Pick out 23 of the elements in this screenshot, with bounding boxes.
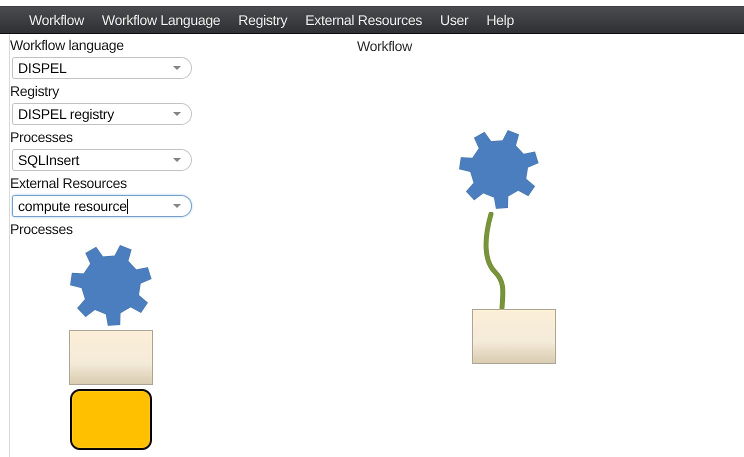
menu-item[interactable]: Workflow Language — [92, 12, 230, 28]
section-label: Processes — [10, 221, 74, 238]
field-label: External Resources — [10, 175, 128, 192]
gear-icon[interactable] — [459, 129, 539, 209]
dropdown[interactable]: compute resource — [12, 195, 192, 217]
field-label: Processes — [10, 129, 74, 146]
menu-item[interactable]: Registry — [229, 12, 296, 28]
caret-icon — [173, 112, 181, 116]
gear-icon[interactable] — [70, 244, 152, 326]
caret-icon — [173, 158, 181, 162]
menu-item[interactable]: Workflow — [20, 12, 93, 28]
dropdown[interactable]: DISPEL registry — [12, 103, 192, 125]
caret-icon — [173, 204, 181, 208]
menu-item[interactable]: Help — [477, 12, 523, 28]
menu-item[interactable]: User — [431, 12, 478, 28]
caret-icon — [173, 66, 181, 70]
field-label: Registry — [10, 83, 60, 100]
dropdown[interactable]: SQLInsert — [12, 149, 192, 171]
canvas-title: Workflow — [357, 38, 412, 54]
menu-item[interactable]: External Resources — [296, 12, 432, 28]
field-label: Workflow language — [10, 37, 125, 54]
dropdown[interactable]: DISPEL — [12, 57, 192, 79]
resource-block[interactable] — [70, 389, 152, 450]
